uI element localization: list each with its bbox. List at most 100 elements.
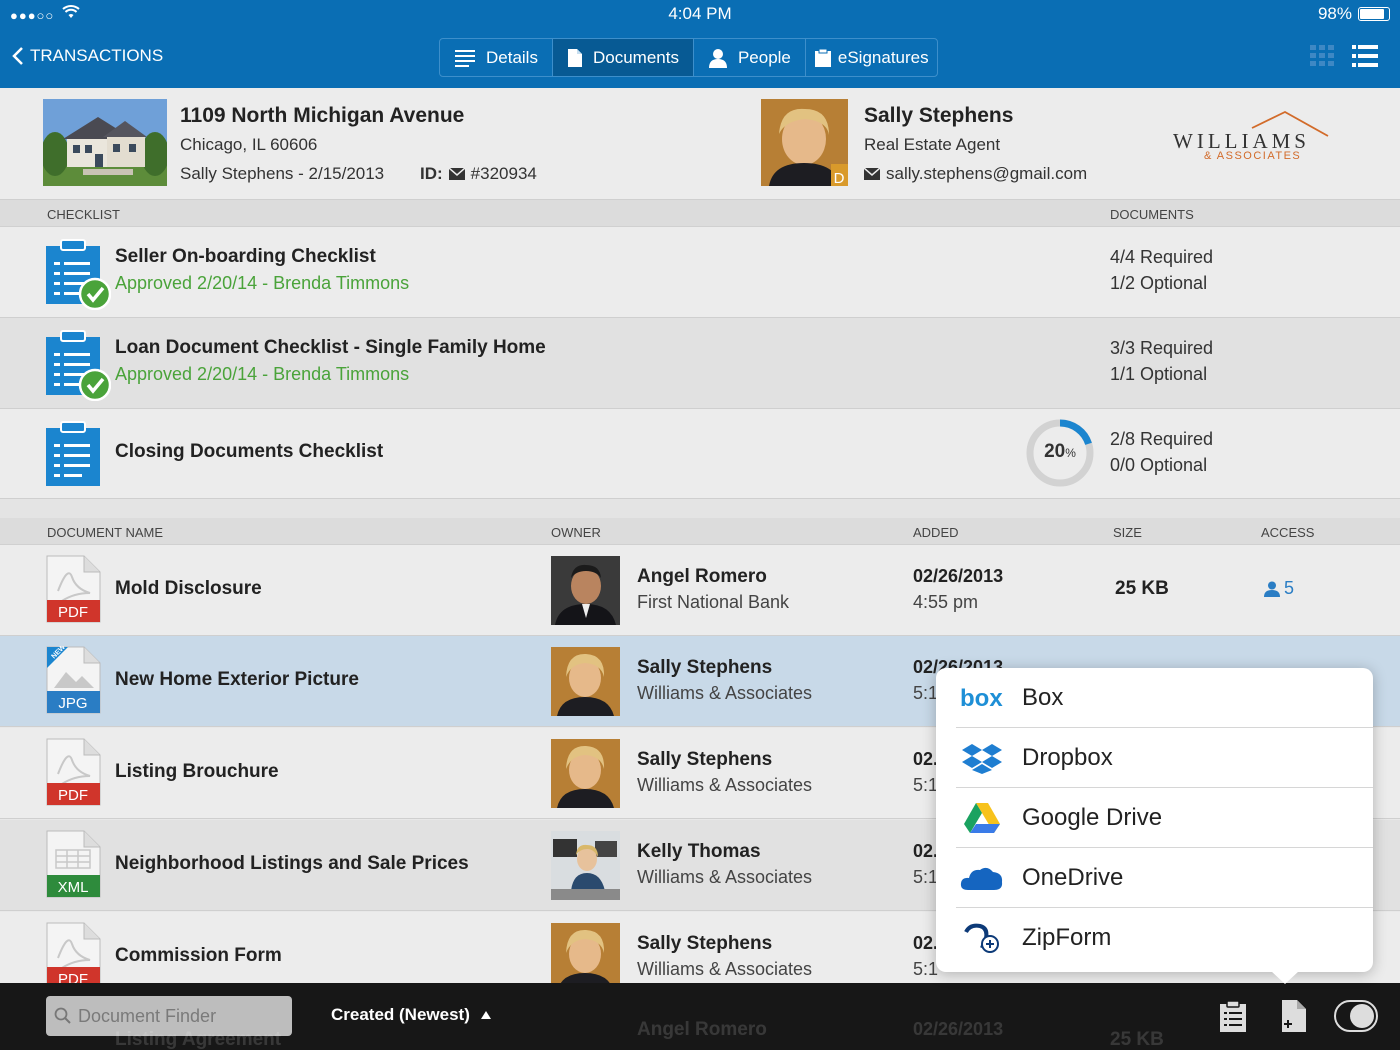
col-size[interactable]: SIZE bbox=[1113, 525, 1142, 540]
col-access[interactable]: ACCESS bbox=[1261, 525, 1314, 540]
popover-arrow bbox=[1271, 971, 1299, 984]
source-label: Google Drive bbox=[1022, 804, 1163, 831]
owner-name: Angel Romero bbox=[637, 566, 767, 587]
checklist-title: Seller On-boarding Checklist bbox=[115, 246, 376, 267]
list-view-icon[interactable] bbox=[1352, 45, 1378, 67]
checklist-row[interactable]: Closing Documents Checklist 20% 2/8 Requ… bbox=[0, 409, 1400, 499]
bottom-toolbar: Created (Newest) Listing Agreement Angel… bbox=[0, 983, 1400, 1050]
box-icon: box bbox=[960, 685, 1003, 712]
xml-file-icon: XML bbox=[46, 830, 101, 898]
person-icon bbox=[708, 48, 727, 68]
owner-avatar bbox=[551, 923, 620, 992]
added-time: 4:55 pm bbox=[913, 592, 979, 612]
tab-details[interactable]: Details bbox=[440, 39, 553, 76]
mail-icon bbox=[864, 168, 880, 180]
source-label: Box bbox=[1022, 684, 1064, 711]
battery-percent: 98% bbox=[1317, 4, 1352, 23]
tab-esignatures[interactable]: eSignatures bbox=[806, 39, 937, 76]
added-date: 02. bbox=[913, 841, 939, 861]
add-document-icon[interactable] bbox=[1278, 999, 1308, 1033]
view-switcher bbox=[1310, 45, 1378, 67]
document-icon bbox=[567, 48, 582, 67]
owner-company: Williams & Associates bbox=[637, 775, 813, 795]
checklist-button-icon[interactable] bbox=[1218, 999, 1248, 1033]
optional-count: 1/2 Optional bbox=[1110, 273, 1208, 293]
details-icon bbox=[455, 49, 475, 67]
jpg-file-icon: JPG NEW bbox=[46, 646, 101, 714]
tab-label: eSignatures bbox=[837, 47, 929, 67]
document-name: Neighborhood Listings and Sale Prices bbox=[115, 853, 469, 874]
col-document-name[interactable]: DOCUMENT NAME bbox=[47, 525, 163, 540]
owner-name: Sally Stephens bbox=[637, 657, 773, 678]
col-owner[interactable]: OWNER bbox=[551, 525, 601, 540]
brand-sub: & ASSOCIATES bbox=[1204, 150, 1302, 162]
agent-email: sally.stephens@gmail.com bbox=[864, 164, 1087, 184]
check-icon bbox=[78, 368, 111, 401]
toggle-icon[interactable] bbox=[1334, 1000, 1378, 1032]
agent-name: Sally Stephens bbox=[864, 104, 1014, 127]
agent-badge: D bbox=[834, 170, 845, 186]
access-count[interactable]: 5 bbox=[1264, 578, 1294, 599]
import-source-popover: box Box Dropbox Google Drive OneDrive Zi bbox=[936, 668, 1373, 984]
checklist-row[interactable]: Loan Document Checklist - Single Family … bbox=[0, 318, 1400, 409]
tab-documents[interactable]: Documents bbox=[552, 39, 694, 76]
tab-people[interactable]: People bbox=[694, 39, 806, 76]
back-button[interactable]: TRANSACTIONS bbox=[12, 46, 163, 66]
source-onedrive[interactable]: OneDrive bbox=[936, 848, 1373, 908]
document-row[interactable]: PDF Mold Disclosure Angel Romero First N… bbox=[0, 545, 1400, 636]
status-bar: ●●●○○ 4:04 PM 98% bbox=[0, 0, 1400, 28]
added-date: 02. bbox=[913, 933, 939, 953]
owner-name: Sally Stephens bbox=[637, 749, 773, 770]
person-icon bbox=[1264, 581, 1280, 597]
property-city: Chicago, IL 60606 bbox=[180, 135, 318, 154]
owner-name: Kelly Thomas bbox=[637, 841, 761, 862]
owner-avatar bbox=[551, 647, 620, 716]
required-count: 3/3 Required bbox=[1110, 338, 1214, 358]
svg-text:box: box bbox=[960, 685, 1003, 712]
added-time: 5:1 bbox=[913, 959, 939, 979]
sort-label: Created (Newest) bbox=[331, 1005, 470, 1024]
checklist-header: CHECKLIST DOCUMENTS bbox=[0, 200, 1400, 227]
owner-company: Williams & Associates bbox=[637, 959, 813, 979]
document-finder bbox=[46, 996, 292, 1036]
checklist-icon bbox=[46, 239, 111, 310]
source-dropbox[interactable]: Dropbox bbox=[936, 728, 1373, 788]
added-date: 02/26/2013 bbox=[913, 566, 1004, 586]
checklist-icon bbox=[46, 330, 111, 401]
documents-col-label: DOCUMENTS bbox=[1110, 207, 1194, 222]
svg-text:XML: XML bbox=[58, 879, 89, 896]
transaction-header: 1109 North Michigan Avenue Chicago, IL 6… bbox=[0, 88, 1400, 200]
source-label: ZipForm bbox=[1022, 924, 1112, 951]
property-agent-date: Sally Stephens - 2/15/2013 bbox=[180, 164, 385, 183]
pdf-file-icon: PDF bbox=[46, 555, 101, 623]
zipform-icon bbox=[964, 923, 999, 953]
id-label: ID: bbox=[420, 164, 443, 183]
checklist-title: Closing Documents Checklist bbox=[115, 441, 384, 462]
grid-view-icon[interactable] bbox=[1310, 45, 1334, 67]
sort-dropdown[interactable]: Created (Newest) bbox=[331, 1005, 492, 1025]
agent-email-text[interactable]: sally.stephens@gmail.com bbox=[886, 164, 1087, 184]
tab-label: Details bbox=[486, 47, 538, 67]
progress-label: 20% bbox=[1044, 441, 1076, 462]
pdf-file-icon: PDF bbox=[46, 922, 101, 990]
search-input[interactable] bbox=[78, 1005, 278, 1027]
optional-count: 1/1 Optional bbox=[1110, 364, 1208, 384]
col-added[interactable]: ADDED bbox=[913, 525, 959, 540]
optional-count: 0/0 Optional bbox=[1110, 455, 1208, 475]
segment-tabs: Details Documents People eSignatures bbox=[439, 38, 938, 77]
owner-name: Sally Stephens bbox=[637, 933, 773, 954]
checklist-row[interactable]: Seller On-boarding Checklist Approved 2/… bbox=[0, 227, 1400, 318]
source-zipform[interactable]: ZipForm bbox=[936, 908, 1373, 968]
brand-logo: WILLIAMS & ASSOCIATES bbox=[1170, 110, 1340, 170]
tab-label: Documents bbox=[592, 47, 679, 67]
back-label: TRANSACTIONS bbox=[30, 46, 164, 65]
document-table-header: DOCUMENT NAME OWNER ADDED SIZE ACCESS bbox=[0, 518, 1400, 545]
added-time: 5:1 bbox=[913, 867, 939, 887]
source-google-drive[interactable]: Google Drive bbox=[936, 788, 1373, 848]
pdf-file-icon: PDF bbox=[46, 738, 101, 806]
caret-up-icon bbox=[480, 1011, 491, 1019]
search-icon bbox=[54, 1007, 71, 1024]
added-time: 5:1 bbox=[913, 775, 939, 795]
source-box[interactable]: box Box bbox=[936, 668, 1373, 728]
checklist-status: Approved 2/20/14 - Brenda Timmons bbox=[115, 273, 410, 293]
